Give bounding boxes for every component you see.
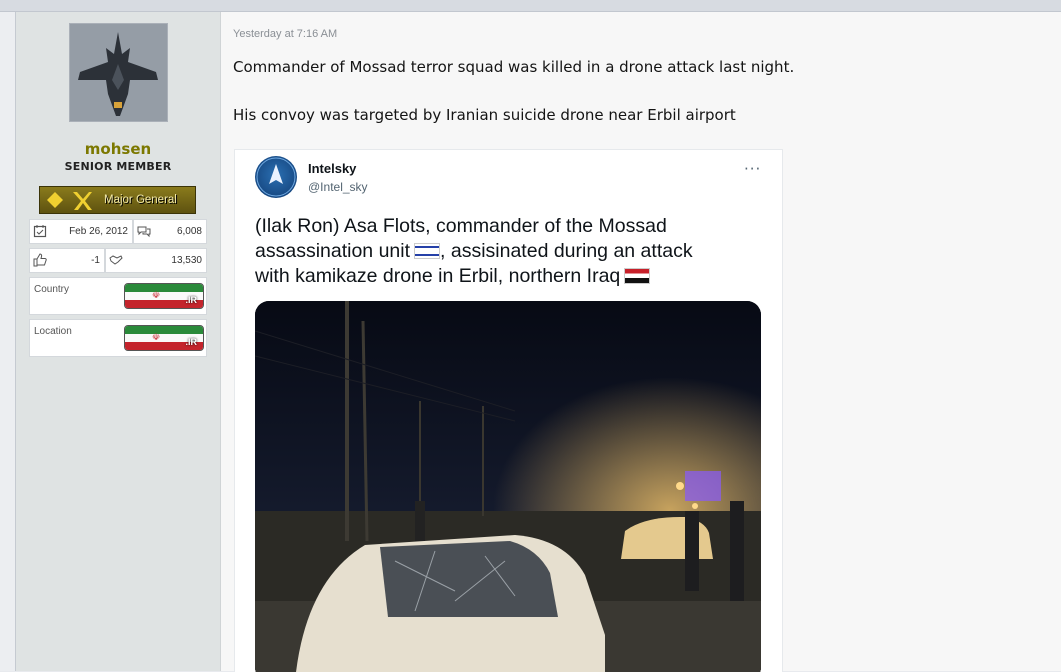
more-options-icon[interactable]: ··· bbox=[744, 160, 761, 178]
thumbs-up-icon bbox=[33, 253, 47, 267]
handshake-icon bbox=[109, 255, 123, 265]
messages-stat: 6,008 bbox=[133, 219, 207, 244]
israel-flag-icon bbox=[414, 243, 441, 259]
points-stat: 13,530 bbox=[105, 248, 207, 273]
location-code: .IR bbox=[185, 337, 197, 347]
tweet-author-name[interactable]: Intelsky bbox=[308, 161, 356, 176]
points-count: 13,530 bbox=[171, 255, 202, 266]
iran-flag-icon: ☫ .IR bbox=[124, 283, 204, 309]
tweet-text-segment: with kamikaze drone in Erbil, northern I… bbox=[255, 265, 621, 287]
intelsky-logo-icon bbox=[256, 157, 296, 197]
rank-label: Major General bbox=[104, 194, 177, 206]
user-title: SENIOR MEMBER bbox=[64, 160, 172, 173]
messages-count: 6,008 bbox=[176, 226, 202, 237]
username[interactable]: mohsen bbox=[16, 140, 220, 158]
messages-icon bbox=[137, 226, 151, 238]
embedded-tweet[interactable]: Intelsky @Intel_sky ··· (Ilak Ron) Asa F… bbox=[234, 149, 783, 672]
reactions-count: -1 bbox=[91, 255, 100, 266]
country-label: Country bbox=[34, 284, 70, 295]
post-text-line: His convoy was targeted by Iranian suici… bbox=[233, 106, 736, 124]
night-car-wreck-photo bbox=[255, 301, 761, 672]
country-code: .IR bbox=[185, 295, 197, 305]
tweet-author-handle[interactable]: @Intel_sky bbox=[308, 180, 368, 194]
fighter-jet-avatar-image bbox=[70, 24, 167, 121]
tweet-photo[interactable] bbox=[255, 301, 761, 672]
rank-banner: Major General bbox=[39, 186, 196, 214]
tweet-text-segment: , assisinated during an attack bbox=[440, 240, 693, 262]
post-text-line: Commander of Mossad terror squad was kil… bbox=[233, 58, 795, 76]
rank-insignia-icon bbox=[47, 192, 92, 210]
country-field: Country ☫ .IR bbox=[29, 277, 207, 315]
joined-date: Feb 26, 2012 bbox=[69, 226, 128, 237]
tweet-text-line: with kamikaze drone in Erbil, northern I… bbox=[255, 264, 760, 289]
tweet-author-avatar[interactable] bbox=[255, 156, 297, 198]
top-border-bar bbox=[0, 0, 1061, 12]
joined-stat: Feb 26, 2012 bbox=[29, 219, 133, 244]
tweet-text: (Ilak Ron) Asa Flots, commander of the M… bbox=[255, 214, 760, 289]
iran-flag-icon: ☫ .IR bbox=[124, 325, 204, 351]
location-label: Location bbox=[34, 326, 72, 337]
post-timestamp[interactable]: Yesterday at 7:16 AM bbox=[233, 28, 337, 40]
reactions-stat: -1 bbox=[29, 248, 105, 273]
left-gutter bbox=[0, 12, 15, 671]
location-field: Location ☫ .IR bbox=[29, 319, 207, 357]
calendar-icon bbox=[33, 225, 47, 238]
tweet-text-line: (Ilak Ron) Asa Flots, commander of the M… bbox=[255, 215, 667, 237]
iraq-flag-icon bbox=[624, 268, 651, 284]
user-avatar[interactable] bbox=[69, 23, 168, 122]
tweet-text-line: assassination unit , assisinated during a… bbox=[255, 239, 760, 264]
tweet-text-segment: assassination unit bbox=[255, 240, 411, 262]
